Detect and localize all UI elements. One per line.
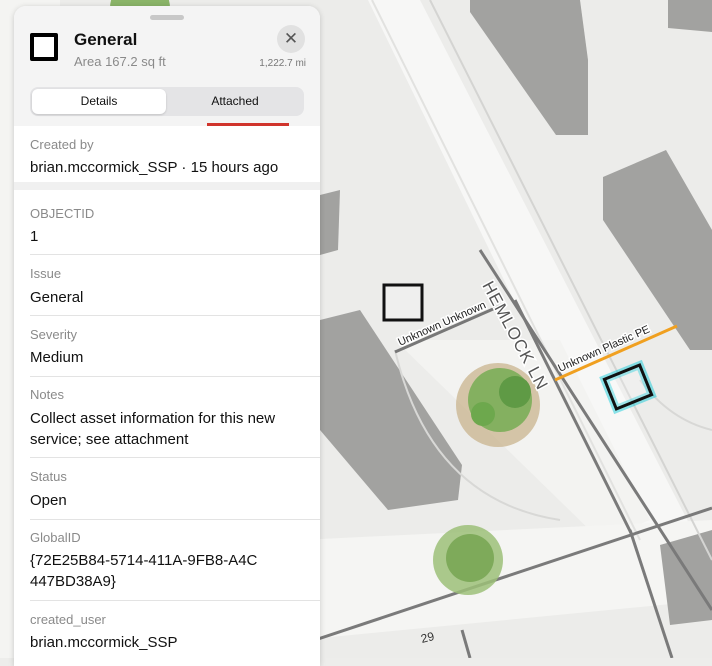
created-section: Created by brian.mccormick_SSP · 15 hour…	[14, 126, 320, 182]
field-label: Issue	[30, 266, 62, 281]
field-label: created_user	[30, 612, 106, 627]
divider	[30, 600, 320, 601]
feature-square-icon	[30, 33, 58, 61]
field-value: brian.mccormick_SSP	[30, 634, 178, 651]
field-value: 1	[30, 228, 39, 245]
field-value: General	[30, 289, 84, 306]
created-by-label: Created by	[30, 137, 94, 152]
feature-square-icon[interactable]	[382, 283, 424, 322]
divider	[30, 457, 320, 458]
distance-label: 1,222.7 mi	[259, 58, 306, 69]
section-separator	[14, 182, 320, 190]
field-value: Collect asset information for this new s…	[30, 410, 276, 448]
divider	[30, 376, 320, 377]
close-icon[interactable]: ✕	[277, 25, 305, 53]
field-label: OBJECTID	[30, 206, 95, 221]
field-value: {72E25B84-5714-411A-9FB8-A4C447BD38A9}	[30, 552, 258, 590]
field-value: Medium	[30, 349, 84, 366]
popup-title: General	[74, 30, 138, 49]
popup-subtitle: Area 167.2 sq ft	[74, 54, 166, 69]
drag-handle[interactable]	[150, 15, 184, 20]
segmented-control: Details Attached	[30, 87, 304, 116]
field-label: Status	[30, 469, 67, 484]
tab-attached[interactable]: Attached	[168, 89, 302, 114]
field-label: Notes	[30, 387, 64, 402]
divider	[30, 519, 320, 520]
feature-popup: General Area 167.2 sq ft ✕ 1,222.7 mi De…	[14, 6, 320, 666]
tab-details[interactable]: Details	[32, 89, 166, 114]
field-label: Severity	[30, 327, 77, 342]
field-value: Open	[30, 492, 67, 509]
building	[320, 190, 340, 255]
popup-header: General Area 167.2 sq ft ✕ 1,222.7 mi De…	[14, 6, 320, 126]
divider	[30, 315, 320, 316]
field-label: GlobalID	[30, 530, 81, 545]
tree	[433, 525, 503, 595]
building	[668, 0, 712, 32]
divider	[30, 254, 320, 255]
created-by-value: brian.mccormick_SSP · 15 hours ago	[30, 159, 279, 176]
